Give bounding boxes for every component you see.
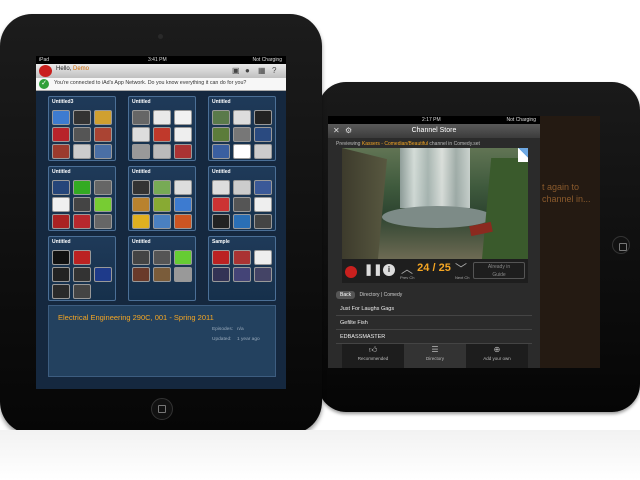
greeting-name: Demo: [73, 66, 90, 72]
video-preview[interactable]: [342, 148, 528, 259]
already-in-guide-button[interactable]: Already in Guide: [473, 262, 525, 279]
folder-title: Untitled: [212, 169, 231, 175]
tab-directory-label: Directory: [425, 356, 444, 361]
tab-add-label: Add your own: [483, 356, 511, 361]
help-icon[interactable]: ?: [272, 66, 276, 75]
back-right-content: t again to channel in...: [540, 116, 600, 368]
check-icon: ✓: [39, 79, 49, 89]
channel-store-panel: 2:17 PM Not Charging Channel Store ✕ ⚙ P…: [328, 116, 540, 368]
close-icon[interactable]: ✕: [333, 126, 340, 135]
tree-shape: [482, 158, 528, 259]
greeting: Hello, Demo: [56, 66, 89, 72]
prev-channel-label: Prev Ch: [400, 275, 415, 280]
floor-reflection: [0, 430, 640, 480]
next-channel-label: Next Ch: [455, 275, 470, 280]
tab-directory[interactable]: ☰ Directory: [404, 344, 466, 368]
now-playing-prefix: Previewing: [336, 141, 361, 147]
updated-value: 1 year ago: [237, 337, 260, 342]
list-item[interactable]: Gefilte Fish: [336, 316, 532, 330]
breadcrumb-separator: |: [380, 292, 383, 298]
status-device: iPad: [39, 57, 50, 63]
front-status-bar: iPad 3:41 PM Not Charging: [36, 56, 286, 64]
list-icon: ☰: [431, 345, 439, 354]
page-curl-icon[interactable]: [518, 148, 528, 162]
folder-title: Untitled3: [52, 99, 74, 105]
lock-icon[interactable]: ▣: [232, 66, 240, 75]
folder-item[interactable]: Untitled: [128, 96, 196, 161]
thumbs-up-icon: 👍︎: [368, 345, 378, 354]
folder-item[interactable]: Untitled: [48, 166, 116, 231]
folder-item[interactable]: Untitled: [48, 236, 116, 301]
waterfall-shape: [400, 148, 470, 208]
folder-title: Untitled: [132, 169, 151, 175]
guide-button-line2: Guide: [492, 272, 506, 278]
rock-shape: [342, 148, 387, 259]
back-home-button[interactable]: [612, 236, 630, 254]
tab-recommended-label: Recommended: [357, 356, 389, 361]
channel-store-title: Channel Store: [328, 124, 540, 138]
breadcrumb-comedy: Comedy: [383, 292, 403, 298]
folder-item[interactable]: Untitled: [208, 166, 276, 231]
camera-icon: [158, 34, 163, 39]
folder-item[interactable]: Untitled: [128, 236, 196, 301]
tab-recommended[interactable]: 👍︎ Recommended: [342, 344, 404, 368]
folder-title: Untitled: [212, 99, 231, 105]
folder-title: Sample: [212, 239, 230, 245]
right-snippet-1: t again to: [542, 182, 580, 192]
folder-item[interactable]: Untitled: [128, 166, 196, 231]
pause-icon[interactable]: ❚❚: [364, 263, 382, 276]
channel-logo-icon: [345, 266, 357, 278]
greeting-prefix: Hello,: [56, 66, 72, 72]
now-playing-suffix: channel in Comedy.set: [429, 141, 480, 147]
folder-item[interactable]: Untitled3: [48, 96, 116, 161]
list-item[interactable]: Just For Laughs Gags: [336, 302, 532, 316]
breadcrumb-directory[interactable]: Directory: [360, 292, 380, 298]
app-logo-icon[interactable]: [39, 65, 52, 77]
back-status-bar: 2:17 PM Not Charging: [328, 116, 540, 124]
iad-notice: You're connected to iAd's App Network. D…: [54, 80, 247, 86]
folder-item[interactable]: Sample: [208, 236, 276, 301]
folder-item[interactable]: Untitled: [208, 96, 276, 161]
front-home-button[interactable]: [151, 398, 173, 420]
folder-title: Untitled: [52, 169, 71, 175]
plus-icon: ⊕: [493, 345, 501, 354]
user-icon[interactable]: ●: [245, 66, 250, 75]
episodes-label: Episodes:: [212, 327, 234, 332]
right-snippet-2: channel in...: [542, 194, 591, 204]
grid-icon[interactable]: ▦: [258, 66, 266, 75]
now-playing-channel: Kassers - Comedian/Beautiful: [361, 141, 429, 147]
info-icon[interactable]: i: [383, 264, 395, 276]
folder-title: Untitled: [132, 239, 151, 245]
folder-grid: Untitled3 Untitled Untitled Untitled Unt…: [48, 96, 276, 301]
back-status-time: 2:17 PM: [422, 117, 441, 123]
now-playing-line: Previewing Kassers - Comedian/Beautiful …: [336, 141, 532, 147]
channel-counter: 24 / 25: [417, 262, 451, 274]
list-item[interactable]: EDBASSMASTER: [336, 330, 532, 344]
status-battery: Not Charging: [252, 57, 282, 63]
status-time: 3:41 PM: [148, 57, 167, 63]
folder-title: Untitled: [52, 239, 71, 245]
guide-button-line1: Already in: [487, 264, 511, 270]
folder-title: Untitled: [132, 99, 151, 105]
tab-add-your-own[interactable]: ⊕ Add your own: [466, 344, 528, 368]
episodes-value: n/a: [237, 327, 244, 332]
back-button[interactable]: Back: [336, 291, 356, 299]
updated-label: Updated:: [212, 337, 232, 342]
front-screen: iPad 3:41 PM Not Charging Hello, Demo ▣ …: [36, 56, 286, 389]
course-title: Electrical Engineering 290C, 001 - Sprin…: [58, 313, 214, 322]
back-status-battery: Not Charging: [506, 117, 536, 123]
breadcrumb: Back Directory | Comedy: [336, 291, 403, 299]
gear-icon[interactable]: ⚙: [345, 126, 352, 135]
